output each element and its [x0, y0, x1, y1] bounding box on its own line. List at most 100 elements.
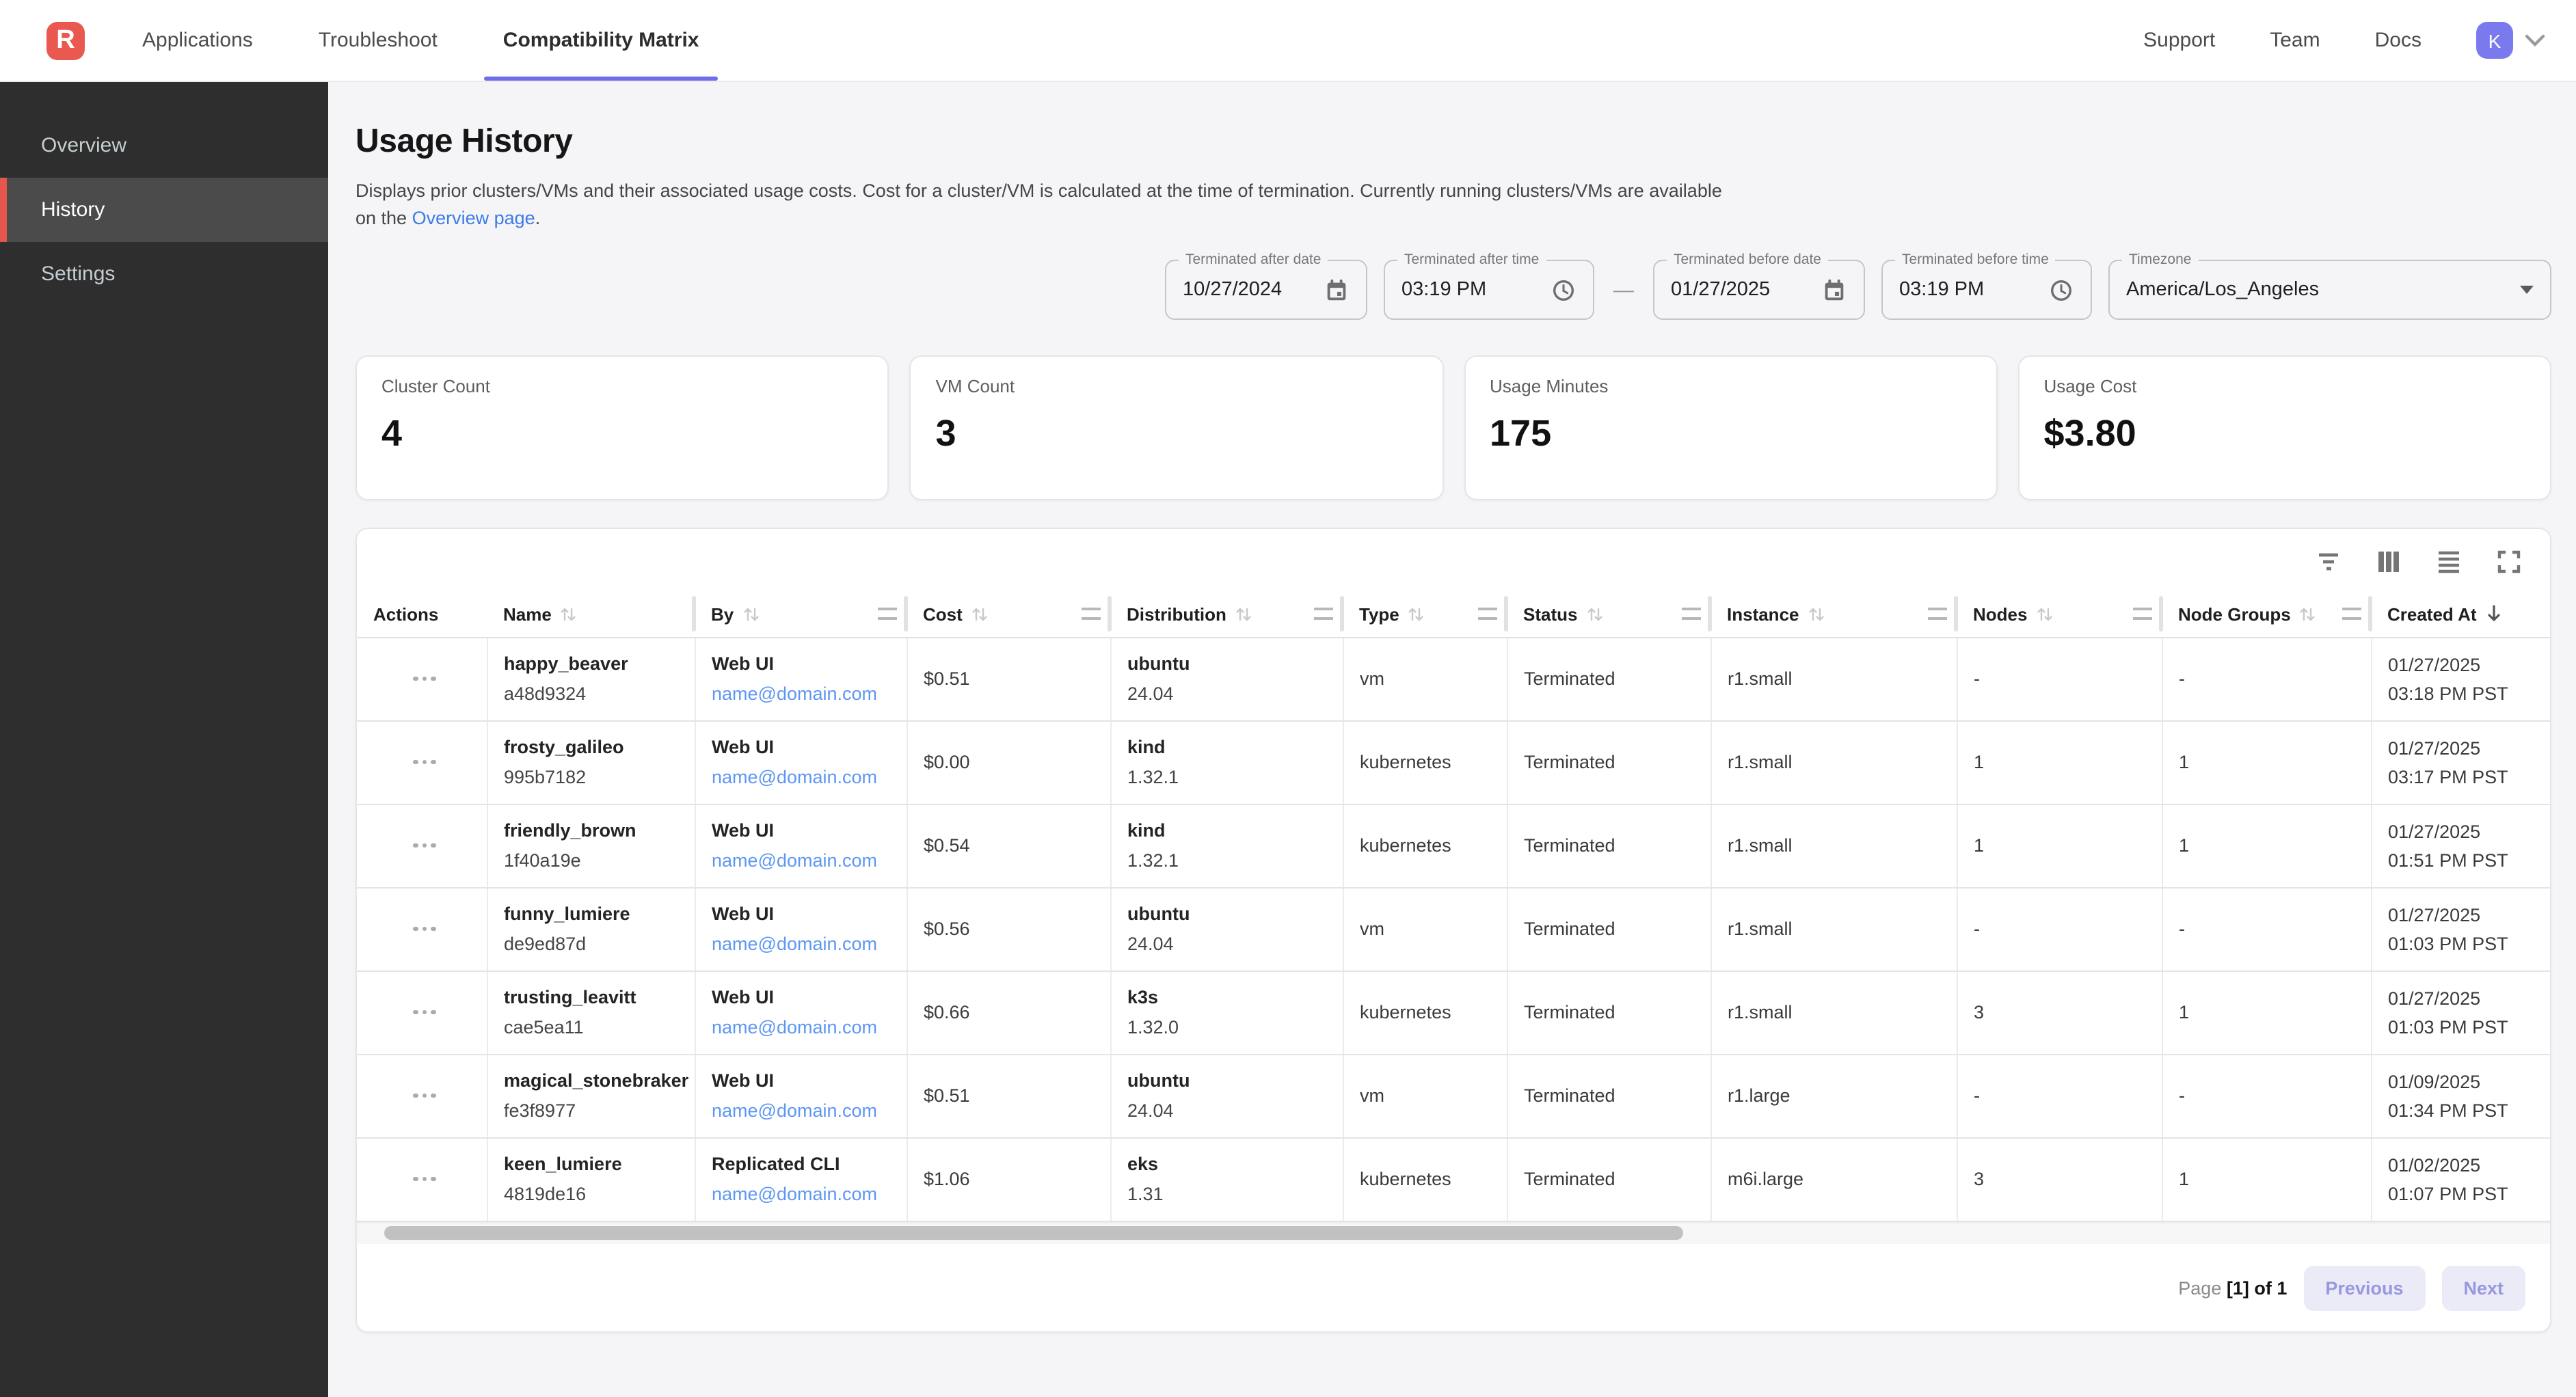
node-groups-cell: 1 [2162, 720, 2371, 804]
columns-icon[interactable] [2375, 548, 2402, 575]
nodes-cell: 3 [1957, 971, 2162, 1054]
next-page-button[interactable]: Next [2441, 1265, 2525, 1310]
created-time: 03:18 PM PST [2388, 683, 2542, 703]
created-by-email-link[interactable]: name@domain.com [712, 1184, 895, 1204]
sort-icon [2298, 604, 2318, 625]
column-header-distribution[interactable]: Distribution [1110, 592, 1343, 637]
created-by-email-link[interactable]: name@domain.com [712, 683, 895, 704]
created-by-email-link[interactable]: name@domain.com [712, 1017, 895, 1037]
tab-troubleshoot[interactable]: Troubleshoot [316, 0, 440, 81]
sort-icon [559, 604, 579, 625]
column-label: Instance [1727, 604, 1799, 625]
nav-link-team[interactable]: Team [2270, 29, 2320, 52]
cluster-name: happy_beaver [504, 653, 683, 674]
column-resize-handle[interactable] [878, 608, 897, 621]
stat-label: VM Count [936, 376, 1418, 396]
terminated-before-time-field[interactable]: Terminated before time 03:19 PM [1881, 260, 2092, 320]
status-cell: Terminated [1507, 887, 1710, 971]
nav-link-docs[interactable]: Docs [2375, 29, 2421, 52]
instance-cell: r1.large [1710, 1054, 1957, 1137]
row-actions-button[interactable] [405, 919, 444, 940]
sort-icon [1406, 604, 1427, 625]
row-actions-button[interactable] [405, 1002, 444, 1023]
node-groups-cell: - [2162, 1054, 2371, 1137]
column-header-name[interactable]: Name [487, 592, 695, 637]
column-header-cost[interactable]: Cost [907, 592, 1110, 637]
column-resize-handle[interactable] [1682, 608, 1701, 621]
table-row: keen_lumiere4819de16 Replicated CLIname@… [357, 1137, 2551, 1221]
account-menu-button[interactable]: K [2476, 22, 2546, 59]
table-row: friendly_brown1f40a19e Web UIname@domain… [357, 804, 2551, 887]
created-by-source: Web UI [712, 904, 895, 924]
column-header-instance[interactable]: Instance [1710, 592, 1957, 637]
column-header-created-at[interactable]: Created At [2371, 592, 2551, 637]
previous-page-button[interactable]: Previous [2303, 1265, 2425, 1310]
created-time: 01:34 PM PST [2388, 1100, 2542, 1120]
page-label: Page [2178, 1277, 2221, 1298]
replicated-logo[interactable]: R [46, 21, 85, 59]
horizontal-scrollbar-thumb[interactable] [384, 1226, 1683, 1240]
stat-card-usage-minutes: Usage Minutes 175 [1464, 355, 1998, 500]
column-resize-handle[interactable] [2342, 608, 2361, 621]
row-actions-button[interactable] [405, 1085, 444, 1107]
row-actions-button[interactable] [405, 668, 444, 690]
clock-icon[interactable] [1551, 277, 1577, 303]
created-by-email-link[interactable]: name@domain.com [712, 1100, 895, 1121]
chevron-down-icon [2524, 33, 2546, 47]
column-header-status[interactable]: Status [1507, 592, 1710, 637]
row-actions-button[interactable] [405, 835, 444, 856]
column-resize-handle[interactable] [1082, 608, 1101, 621]
calendar-icon[interactable] [1821, 277, 1847, 303]
table-row: funny_lumierede9ed87d Web UIname@domain.… [357, 887, 2551, 971]
date-range-separator: — [1611, 278, 1637, 301]
created-by-email-link[interactable]: name@domain.com [712, 767, 895, 787]
column-separator [1108, 596, 1112, 632]
row-actions-button[interactable] [405, 1169, 444, 1190]
field-label: Terminated before date [1667, 252, 1828, 268]
terminated-after-date-field[interactable]: Terminated after date 10/27/2024 [1165, 260, 1367, 320]
instance-cell: r1.small [1710, 637, 1957, 720]
page-value: [1] of 1 [2227, 1277, 2287, 1298]
table-row: frosty_galileo995b7182 Web UIname@domain… [357, 720, 2551, 804]
terminated-before-date-field[interactable]: Terminated before date 01/27/2025 [1653, 260, 1865, 320]
created-time: 01:03 PM PST [2388, 933, 2542, 953]
sort-desc-icon [2484, 603, 2506, 625]
column-resize-handle[interactable] [1928, 608, 1947, 621]
created-time: 03:17 PM PST [2388, 766, 2542, 787]
overview-page-link[interactable]: Overview page [412, 208, 535, 228]
sidebar-item-overview[interactable]: Overview [0, 113, 328, 178]
terminated-after-time-field[interactable]: Terminated after time 03:19 PM [1384, 260, 1594, 320]
column-header-nodes[interactable]: Nodes [1957, 592, 2162, 637]
sidebar-item-settings[interactable]: Settings [0, 242, 328, 306]
instance-cell: r1.small [1710, 971, 1957, 1054]
row-actions-button[interactable] [405, 752, 444, 773]
cluster-id: a48d9324 [504, 683, 683, 704]
calendar-icon[interactable] [1324, 277, 1350, 303]
pagination-bar: Page [1] of 1 Previous Next [357, 1243, 2550, 1331]
fullscreen-icon[interactable] [2495, 548, 2523, 575]
column-resize-handle[interactable] [2133, 608, 2152, 621]
clock-icon[interactable] [2048, 277, 2074, 303]
filter-icon[interactable] [2315, 548, 2342, 575]
instance-cell: r1.small [1710, 804, 1957, 887]
column-header-node-groups[interactable]: Node Groups [2162, 592, 2371, 637]
table-row: trusting_leavittcae5ea11 Web UIname@doma… [357, 971, 2551, 1054]
timezone-select[interactable]: Timezone America/Los_Angeles [2108, 260, 2551, 320]
column-resize-handle[interactable] [1314, 608, 1333, 621]
created-by-email-link[interactable]: name@domain.com [712, 934, 895, 954]
column-header-actions: Actions [357, 592, 487, 637]
column-separator [1708, 596, 1712, 632]
column-header-type[interactable]: Type [1343, 592, 1507, 637]
distribution-version: 24.04 [1127, 934, 1331, 954]
column-header-by[interactable]: By [695, 592, 907, 637]
density-icon[interactable] [2435, 548, 2463, 575]
nodes-cell: - [1957, 1054, 2162, 1137]
nav-link-support[interactable]: Support [2143, 29, 2215, 52]
tab-applications[interactable]: Applications [139, 0, 256, 81]
tab-compatibility-matrix[interactable]: Compatibility Matrix [500, 0, 702, 81]
sidebar-item-history[interactable]: History [0, 178, 328, 242]
stat-card-vm-count: VM Count 3 [910, 355, 1444, 500]
created-by-email-link[interactable]: name@domain.com [712, 850, 895, 871]
column-resize-handle[interactable] [1478, 608, 1497, 621]
distribution-name: k3s [1127, 987, 1331, 1007]
